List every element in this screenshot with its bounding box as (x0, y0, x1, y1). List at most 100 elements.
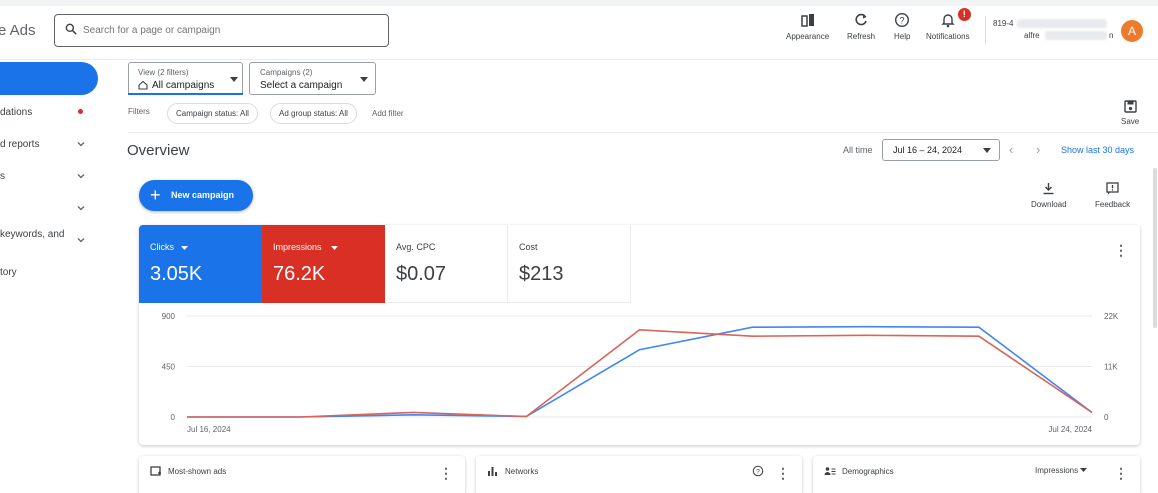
new-campaign-label: New campaign (171, 190, 235, 200)
filters-label: Filters (128, 107, 150, 116)
page-scrollbar[interactable] (1153, 168, 1157, 328)
networks-card: Networks ? ⋮ (476, 456, 802, 493)
account-email-suffix: n (1109, 31, 1114, 40)
chevron-down-icon[interactable] (76, 235, 86, 245)
y-right-tick-label: 0 (1104, 413, 1109, 422)
view-dropdown-caption: View (2 filters) (138, 68, 189, 77)
sidebar-item-campaigns[interactable]: s (0, 171, 5, 182)
account-email-prefix: alfre (1024, 31, 1040, 40)
date-range-value: Jul 16 – 24, 2024 (893, 145, 963, 155)
show-last-30-days-link[interactable]: Show last 30 days (1061, 145, 1134, 155)
redacted-account-id (1017, 19, 1107, 28)
create-button[interactable] (0, 62, 98, 95)
add-filter-link[interactable]: Add filter (372, 109, 404, 118)
save-button[interactable]: Save (1121, 100, 1139, 126)
bell-icon (941, 14, 955, 28)
metric-cost[interactable]: Cost $213 (508, 225, 631, 303)
card-title: Demographics (842, 467, 894, 476)
download-label: Download (1031, 200, 1067, 209)
campaign-status-chip[interactable]: Campaign status: All (167, 103, 258, 124)
y-right-tick-label: 22K (1104, 312, 1119, 321)
ad-preview-icon (150, 466, 161, 476)
sidebar-item-recommendations[interactable]: dations (0, 107, 32, 118)
feedback-button[interactable]: Feedback (1095, 182, 1130, 209)
save-icon (1123, 100, 1137, 113)
next-period-icon[interactable]: › (1036, 142, 1040, 157)
download-button[interactable]: Download (1031, 182, 1067, 209)
x-tick-label: Jul 24, 2024 (1048, 425, 1092, 434)
metric-label: Avg. CPC (396, 242, 436, 252)
y-left-tick-label: 450 (162, 363, 176, 372)
campaigns-dropdown[interactable]: Campaigns (2) Select a campaign (249, 62, 376, 95)
svg-text:?: ? (900, 16, 905, 26)
filter-bar-divider (128, 132, 1158, 133)
metric-value: 3.05K (150, 263, 203, 285)
metric-value: $213 (519, 263, 564, 285)
caret-down-icon (983, 148, 991, 153)
account-id: 819-4 (993, 19, 1014, 28)
redacted-account-email (1045, 31, 1107, 40)
metric-label: Clicks (150, 242, 174, 252)
ad-group-status-chip[interactable]: Ad group status: All (270, 103, 357, 124)
previous-period-icon[interactable]: ‹ (1009, 142, 1013, 157)
recommendations-alert-dot (78, 109, 83, 114)
view-dropdown-underline (128, 93, 243, 95)
y-left-tick-label: 0 (171, 413, 176, 422)
appearance-button[interactable]: Appearance (786, 12, 829, 41)
campaigns-dropdown-caption: Campaigns (2) (260, 68, 313, 77)
more-options-icon[interactable]: ⋮ (776, 466, 790, 480)
x-tick-label: Jul 16, 2024 (187, 425, 231, 434)
sidebar-item-keywords[interactable]: keywords, and (0, 229, 64, 240)
refresh-icon (855, 13, 867, 26)
chevron-down-icon[interactable] (76, 171, 86, 181)
metric-label: Impressions (273, 242, 322, 252)
top-app-bar: e Ads Appearance Refresh ? Help ! Notifi… (0, 0, 1158, 60)
refresh-label: Refresh (847, 32, 876, 41)
metric-avg-cpc[interactable]: Avg. CPC $0.07 (385, 225, 508, 303)
refresh-button[interactable]: Refresh (847, 12, 875, 41)
series-line-clicks (187, 325, 1093, 418)
caret-down-icon (1080, 468, 1088, 472)
overview-card: Clicks 3.05K Impressions 76.2K Avg. CPC … (139, 225, 1140, 445)
demographics-card: Demographics Impressions ⋮ (813, 456, 1140, 493)
view-dropdown[interactable]: View (2 filters) All campaigns (128, 62, 243, 95)
chevron-down-icon[interactable] (76, 139, 86, 149)
search-input[interactable] (83, 16, 373, 45)
dropdown-value: Impressions (1035, 466, 1079, 475)
date-range-dropdown[interactable]: Jul 16 – 24, 2024 (882, 139, 1000, 161)
feedback-icon (1106, 182, 1119, 195)
notifications-label: Notifications (926, 32, 970, 41)
more-options-icon[interactable]: ⋮ (1114, 243, 1128, 257)
app-title: e Ads (0, 22, 36, 39)
help-icon: ? (895, 12, 910, 28)
sidebar-item-history[interactable]: tory (0, 267, 17, 278)
most-shown-ads-card: Most-shown ads ⋮ (139, 456, 465, 493)
help-button[interactable]: ? Help (894, 12, 910, 41)
more-options-icon[interactable]: ⋮ (439, 466, 453, 480)
avatar[interactable]: A (1121, 20, 1143, 42)
appearance-label: Appearance (786, 32, 830, 41)
y-left-tick-label: 900 (162, 312, 176, 321)
demographics-metric-dropdown[interactable]: Impressions (1035, 466, 1088, 475)
help-label: Help (894, 32, 911, 41)
sidebar-item-reports[interactable]: d reports (0, 139, 39, 150)
search-box[interactable] (54, 14, 389, 47)
caret-down-icon (181, 246, 188, 250)
metric-impressions[interactable]: Impressions 76.2K (262, 225, 385, 303)
chevron-down-icon[interactable] (76, 203, 86, 213)
more-options-icon[interactable]: ⋮ (1114, 466, 1128, 480)
people-icon (824, 467, 836, 475)
metric-label: Cost (519, 242, 538, 252)
bar-chart-icon (488, 467, 497, 476)
browser-strip (0, 0, 1158, 6)
metric-clicks[interactable]: Clicks 3.05K (139, 225, 262, 303)
help-icon[interactable]: ? (752, 465, 764, 477)
search-icon (65, 23, 77, 35)
caret-down-icon (230, 77, 238, 82)
card-title: Most-shown ads (168, 467, 227, 476)
page-title: Overview (127, 142, 190, 159)
all-time-label: All time (843, 145, 873, 155)
new-campaign-button[interactable]: + New campaign (139, 180, 253, 211)
notifications-button[interactable]: ! Notifications (926, 8, 971, 41)
appearance-icon (800, 14, 814, 27)
